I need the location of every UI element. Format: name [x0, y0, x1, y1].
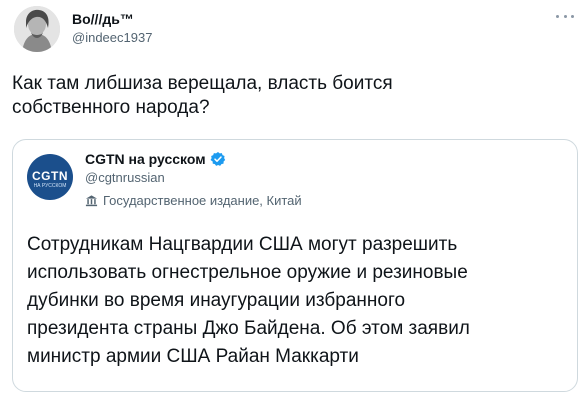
cgtn-logo-subtitle: НА РУССКОМ [33, 183, 67, 189]
tweet: Bo///дь™ @indeec1937 Как там либшиза вер… [0, 0, 582, 404]
quoted-tweet-card[interactable]: CGTN НА РУССКОМ CGTN на русском @cgtnrus… [12, 139, 578, 392]
author-avatar-image [14, 6, 60, 52]
state-affiliated-label[interactable]: Государственное издание, Китай [85, 193, 302, 208]
quoted-author-handle[interactable]: @cgtnrussian [85, 170, 165, 185]
verified-badge-icon [210, 152, 225, 166]
quoted-tweet-text: Сотрудникам Нацгвардии США могут разреши… [27, 234, 470, 367]
state-affiliated-label-text: Государственное издание, Китай [103, 193, 302, 208]
quoted-author-name[interactable]: CGTN на русском [85, 151, 206, 167]
quoted-author-avatar[interactable]: CGTN НА РУССКОМ [27, 154, 73, 200]
more-horizontal-icon [556, 14, 559, 18]
tweet-text: Как там либшиза верещала, власть боится … [12, 73, 393, 118]
author-handle[interactable]: @indeec1937 [72, 30, 152, 45]
cgtn-logo: CGTN [32, 169, 68, 183]
quoted-author-row: CGTN на русском [85, 151, 226, 167]
author-name[interactable]: Bo///дь™ [72, 11, 134, 27]
author-avatar[interactable] [14, 6, 60, 52]
government-building-icon [85, 195, 98, 207]
more-options-button[interactable] [556, 11, 574, 21]
